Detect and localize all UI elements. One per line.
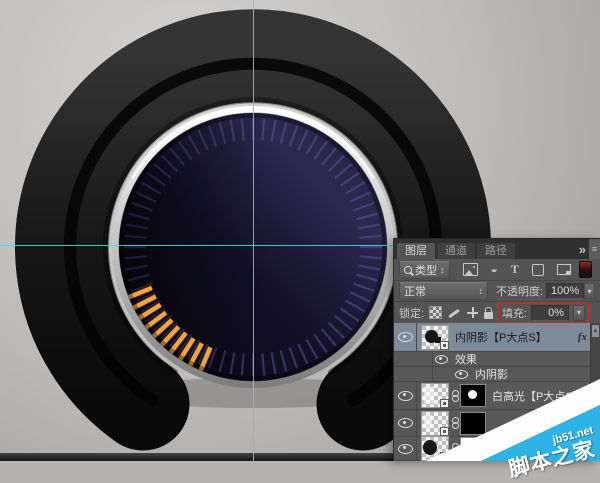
layer-name[interactable]: 白高光【P大点S】	[492, 388, 584, 404]
visibility-eye-icon[interactable]	[398, 444, 413, 454]
layer-thumbnail[interactable]	[421, 436, 449, 461]
fill-value[interactable]: 0%	[531, 305, 569, 321]
layer-mask-thumbnail[interactable]	[460, 437, 486, 460]
canvas-bottom-shadow	[0, 453, 394, 461]
layer-row-white-highlight[interactable]: 白高光【P大点S】	[394, 382, 600, 410]
blend-opacity-row: 正常 ↕ 不透明度: 100% ▾	[394, 281, 600, 302]
effects-label: 效果	[455, 351, 477, 367]
visibility-eye-icon[interactable]	[455, 370, 468, 379]
smart-object-badge-icon	[440, 452, 449, 461]
link-mask-icon	[452, 417, 459, 429]
collapse-panel-icon[interactable]: »	[574, 242, 589, 257]
inner-shadow-effect-row[interactable]: 内阴影	[394, 367, 600, 382]
layer-thumbnail[interactable]	[421, 383, 449, 408]
effect-item-label: 内阴影	[475, 366, 508, 382]
layers-panel: 图层 通道 路径 » ≡ 类型 ↕ ◒ T 正常 ↕ 不透明度: 100% ▾ …	[393, 238, 600, 461]
opacity-dropdown-arrow[interactable]: ▾	[584, 283, 595, 299]
tab-layers[interactable]: 图层	[397, 243, 435, 259]
tab-paths[interactable]: 路径	[477, 243, 515, 259]
fill-label: 填充:	[502, 305, 527, 321]
guide-vertical[interactable]	[253, 0, 254, 461]
adjustment-layer-filter-icon[interactable]: ◒	[491, 264, 498, 275]
tab-channels[interactable]: 通道	[437, 243, 475, 259]
pixel-layer-filter-icon[interactable]	[463, 263, 478, 276]
link-mask-icon	[452, 443, 459, 455]
effects-header-row[interactable]: 效果	[394, 352, 600, 367]
visibility-eye-icon[interactable]	[435, 355, 448, 364]
search-icon	[404, 266, 412, 274]
opacity-value[interactable]: 100%	[546, 283, 584, 299]
visibility-eye-icon[interactable]	[398, 332, 413, 342]
opacity-label: 不透明度:	[496, 283, 543, 299]
lock-transparency-icon[interactable]	[429, 306, 442, 319]
layer-filter-row: 类型 ↕ ◒ T	[394, 259, 600, 281]
layer-name[interactable]: 内阴影【P大点S】	[455, 329, 547, 345]
lock-pixels-brush-icon[interactable]	[448, 307, 461, 319]
lock-label: 锁定:	[399, 305, 424, 321]
type-layer-filter-icon[interactable]: T	[511, 264, 519, 275]
blend-mode-select[interactable]: 正常 ↕	[399, 282, 488, 300]
blend-mode-value: 正常	[404, 283, 426, 299]
updown-arrows-icon: ↕	[440, 265, 445, 275]
fx-badge[interactable]: fx	[578, 331, 589, 343]
lock-fill-row: 锁定: 填充: 0% ▾	[394, 302, 600, 324]
filter-kind-dropdown[interactable]: 类型 ↕	[399, 261, 450, 279]
layer-filtering-toggle[interactable]	[579, 261, 592, 278]
visibility-eye-icon[interactable]	[398, 418, 413, 428]
panel-tabstrip: 图层 通道 路径 » ≡	[394, 238, 600, 259]
filter-kind-label: 类型	[415, 262, 437, 278]
layer-mask-thumbnail[interactable]	[460, 384, 486, 407]
layer-thumbnail[interactable]	[421, 411, 449, 436]
panel-menu-icon[interactable]: ≡	[589, 239, 600, 259]
layer-row-inner-shadow[interactable]: 内阴影【P大点S】 fx	[394, 323, 600, 352]
layers-scrollbar[interactable]: ▲	[590, 323, 600, 461]
visibility-eye-icon[interactable]	[398, 391, 413, 401]
link-mask-icon	[452, 390, 459, 402]
layer-row-5[interactable]	[394, 410, 600, 437]
scrollbar-thumb[interactable]: ▲	[592, 325, 599, 337]
smart-object-badge-icon	[440, 341, 449, 350]
lock-all-padlock-icon[interactable]	[484, 312, 493, 319]
fill-dropdown-arrow[interactable]: ▾	[573, 305, 585, 321]
lock-position-icon[interactable]	[467, 307, 478, 318]
smart-object-filter-icon[interactable]	[557, 264, 571, 275]
fill-control-highlighted: 填充: 0% ▾	[497, 302, 590, 324]
layer-mask-thumbnail[interactable]	[460, 412, 486, 435]
layer-row-6[interactable]	[394, 437, 600, 461]
smart-object-badge-icon	[440, 399, 449, 408]
layer-list: 内阴影【P大点S】 fx 效果 内阴影 白高光【P大点S】	[394, 323, 600, 461]
shape-layer-filter-icon[interactable]	[532, 264, 544, 276]
smart-object-badge-icon	[440, 427, 449, 436]
layer-thumbnail[interactable]	[421, 325, 449, 350]
updown-arrows-icon: ↕	[478, 286, 483, 296]
